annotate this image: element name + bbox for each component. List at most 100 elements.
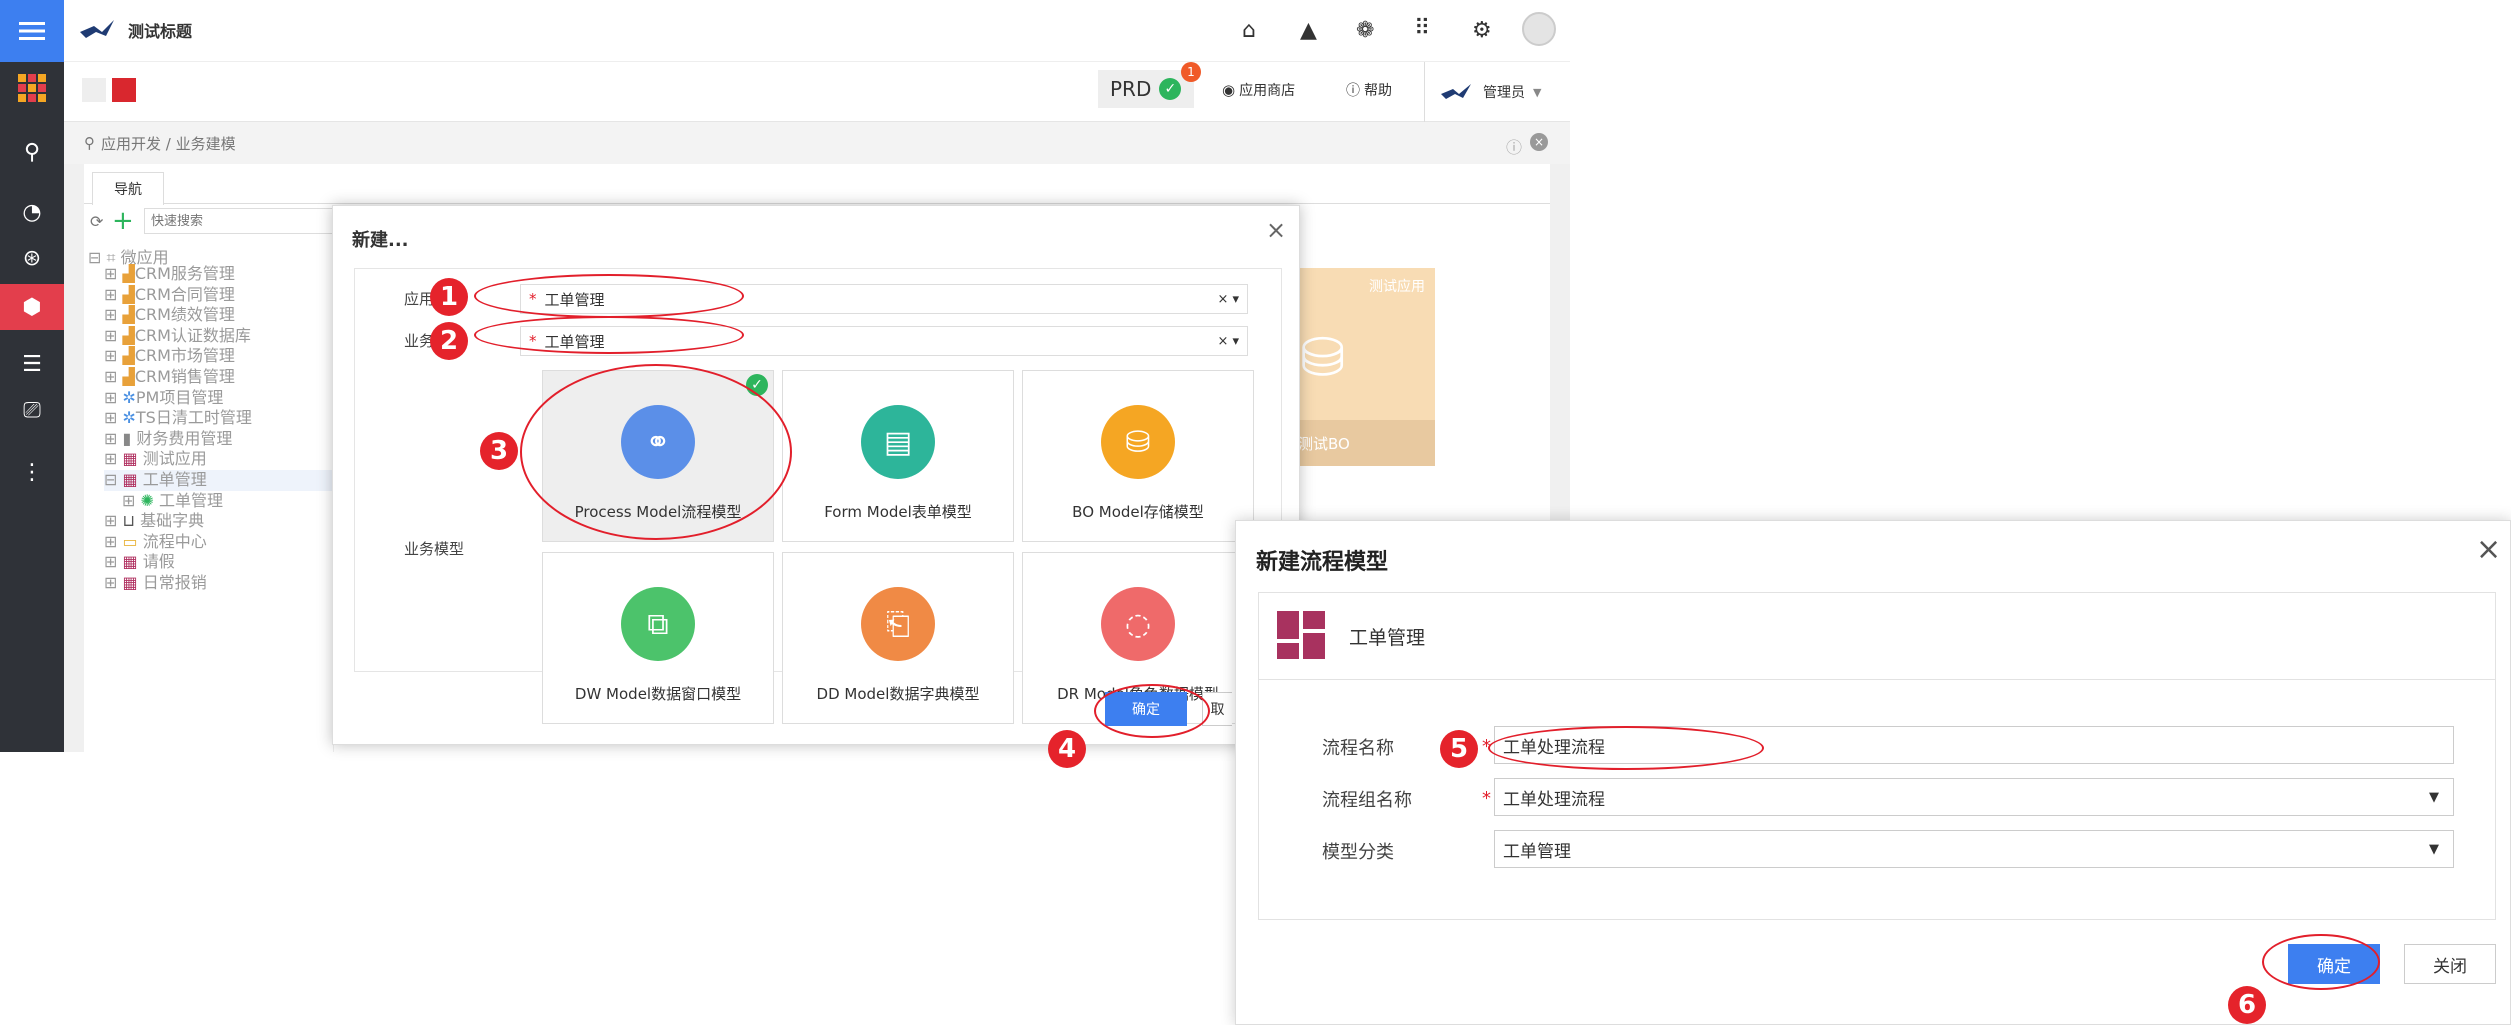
tree-item-label: TS日清工时管理 [135, 408, 252, 428]
apps-icon[interactable]: ⠿ [1414, 16, 1430, 41]
tree-item[interactable]: ⊞ ▟CRM服务管理 [104, 264, 334, 285]
chevron-down-icon: ▼ [1533, 85, 1542, 99]
model-card-dd[interactable]: ⎗ DD Model数据字典模型 [782, 552, 1014, 724]
tree-item[interactable]: ⊞ ▭ 流程中心 [104, 532, 334, 553]
sub-bar [64, 62, 1570, 122]
tree-search-input[interactable] [144, 208, 334, 234]
app-title: 测试标题 [128, 22, 193, 41]
model-card-dw[interactable]: ⧉ DW Model数据窗口模型 [542, 552, 774, 724]
model-category-select[interactable]: 工单管理 ▼ [1494, 830, 2454, 868]
tree-item-label: 测试应用 [142, 449, 207, 469]
clear-chevron-icon[interactable]: × ▾ [1217, 292, 1239, 307]
location-icon[interactable]: ⚲ [0, 132, 64, 172]
help-link[interactable]: ⓘ 帮助 [1346, 80, 1392, 100]
model-card-form[interactable]: ▤ Form Model表单模型 [782, 370, 1014, 542]
app-store-link[interactable]: ◉ 应用商店 [1222, 80, 1295, 100]
new-dialog-close-icon[interactable]: × [1266, 216, 1286, 244]
step-marker: 3 [480, 432, 518, 470]
tree-item[interactable]: ⊞ ▮ 财务费用管理 [104, 429, 334, 450]
annotation-ellipse [1094, 684, 1210, 738]
apps-grid-icon[interactable] [0, 66, 64, 110]
model-category-label: 模型分类 [1322, 842, 1394, 863]
tree-item[interactable]: ⊞ ⊔ 基础字典 [104, 511, 334, 532]
bo-card-label: 测试BO [1290, 420, 1435, 466]
list-icon[interactable]: ☰ [0, 344, 64, 384]
annotation-ellipse [520, 364, 792, 540]
tree-item-label: CRM服务管理 [134, 264, 235, 283]
tree-item[interactable]: ⊞ ▟CRM销售管理 [104, 367, 334, 388]
process-app-header: 工单管理 [1258, 592, 2496, 680]
step-marker: 4 [1048, 730, 1086, 768]
question-icon[interactable]: ⓘ [1506, 134, 1522, 158]
app-tile-icon [1277, 611, 1325, 659]
tree-item[interactable]: ⊞ ✲TS日清工时管理 [104, 408, 334, 429]
avatar[interactable] [1522, 12, 1556, 46]
tree-item[interactable]: ⊞ ▦ 日常报销 [104, 573, 334, 594]
swatch-light[interactable] [82, 78, 106, 102]
models-label: 业务模型 [404, 540, 465, 558]
home-icon[interactable]: ⌂ [1242, 18, 1256, 43]
menu-toggle-button[interactable] [0, 0, 64, 62]
tree-item[interactable]: ⊞ ▦ 请假 [104, 552, 334, 573]
user-menu[interactable]: 管理员 ▼ [1424, 62, 1570, 122]
more-icon[interactable]: ⋮ [0, 452, 64, 492]
menu-icon [19, 22, 45, 40]
tree-item[interactable]: ⊞ ▟CRM绩效管理 [104, 305, 334, 326]
gear-icon[interactable]: ⚙ [1472, 18, 1492, 43]
env-badge: 1 [1181, 62, 1201, 82]
bell-icon[interactable]: ▲ [1300, 18, 1317, 43]
box-icon[interactable]: ⬢ [0, 284, 64, 330]
help-label: 帮助 [1364, 83, 1392, 99]
refresh-icon[interactable]: ⟳ [90, 212, 103, 231]
process-group-select[interactable]: 工单处理流程 ▼ [1494, 778, 2454, 816]
tree-item-selected[interactable]: ⊟ ▦ 工单管理 [104, 469, 334, 491]
process-close-button[interactable]: 关闭 [2404, 944, 2496, 984]
tab-strip [84, 164, 1550, 204]
tree-item-label: CRM市场管理 [134, 346, 235, 366]
tree-item-label: 工单管理 [142, 469, 207, 489]
tree-item-label: 流程中心 [142, 531, 207, 551]
dashboard-icon[interactable]: ◔ [0, 192, 64, 232]
close-icon[interactable]: × [1530, 133, 1548, 151]
support-icon[interactable]: ⊛ [0, 238, 64, 278]
palette-icon[interactable]: ❁ [1356, 18, 1374, 43]
bo-card-tag: 测试应用 [1369, 279, 1425, 295]
annotation-ellipse [474, 316, 744, 354]
breadcrumb: ⚲ 应用开发 / 业务建模 [64, 122, 1570, 164]
process-group-label: 流程组名称 [1322, 790, 1412, 811]
monitor-icon[interactable]: ⎚ [0, 390, 64, 430]
model-card-bo[interactable]: ⛁ BO Model存储模型 [1022, 370, 1254, 542]
annotation-ellipse [2262, 934, 2380, 990]
tree-item-label: CRM销售管理 [134, 366, 235, 386]
tree-item[interactable]: ⊞ ▟CRM市场管理 [104, 346, 334, 367]
tree-item[interactable]: ⊞ ▦ 测试应用 [104, 449, 334, 470]
tree-item-child[interactable]: ⊞ ✺ 工单管理 [104, 491, 334, 512]
process-app-name: 工单管理 [1349, 627, 1426, 649]
app-logo: 测试标题 [78, 18, 192, 42]
tree-item[interactable]: ⊞ ✲PM项目管理 [104, 388, 334, 409]
tab-nav[interactable]: 导航 [92, 172, 164, 205]
model-caption: DD Model数据字典模型 [816, 685, 980, 703]
help-icon: ⓘ [1346, 83, 1360, 99]
annotation-ellipse [474, 274, 744, 318]
tree-item-label: 基础字典 [140, 511, 205, 531]
tree-item-label: 请假 [142, 552, 175, 572]
annotation-ellipse [1488, 726, 1764, 770]
tree-item[interactable]: ⊞ ▟CRM合同管理 [104, 285, 334, 306]
model-caption: Form Model表单模型 [824, 503, 972, 521]
bo-card[interactable]: 测试应用 ⛁ 测试BO [1290, 268, 1435, 466]
database-icon: ⛁ [1101, 405, 1175, 479]
store-icon: ◉ [1222, 81, 1236, 99]
process-name-label: 流程名称 [1322, 738, 1394, 759]
tree-item-label: CRM认证数据库 [134, 325, 251, 345]
tree-item[interactable]: ⊞ ▟CRM认证数据库 [104, 326, 334, 347]
env-switch[interactable]: PRD ✓ [1098, 70, 1194, 108]
swatch-red[interactable] [112, 78, 136, 102]
clear-chevron-icon[interactable]: × ▾ [1217, 334, 1239, 349]
process-dialog-close-icon[interactable]: × [2476, 532, 2501, 567]
add-icon[interactable]: + [112, 206, 134, 236]
book-icon: ⎗ [861, 587, 935, 661]
form-icon: ▤ [861, 405, 935, 479]
check-icon: ✓ [1159, 78, 1182, 100]
required-mark: * [1482, 788, 1491, 809]
